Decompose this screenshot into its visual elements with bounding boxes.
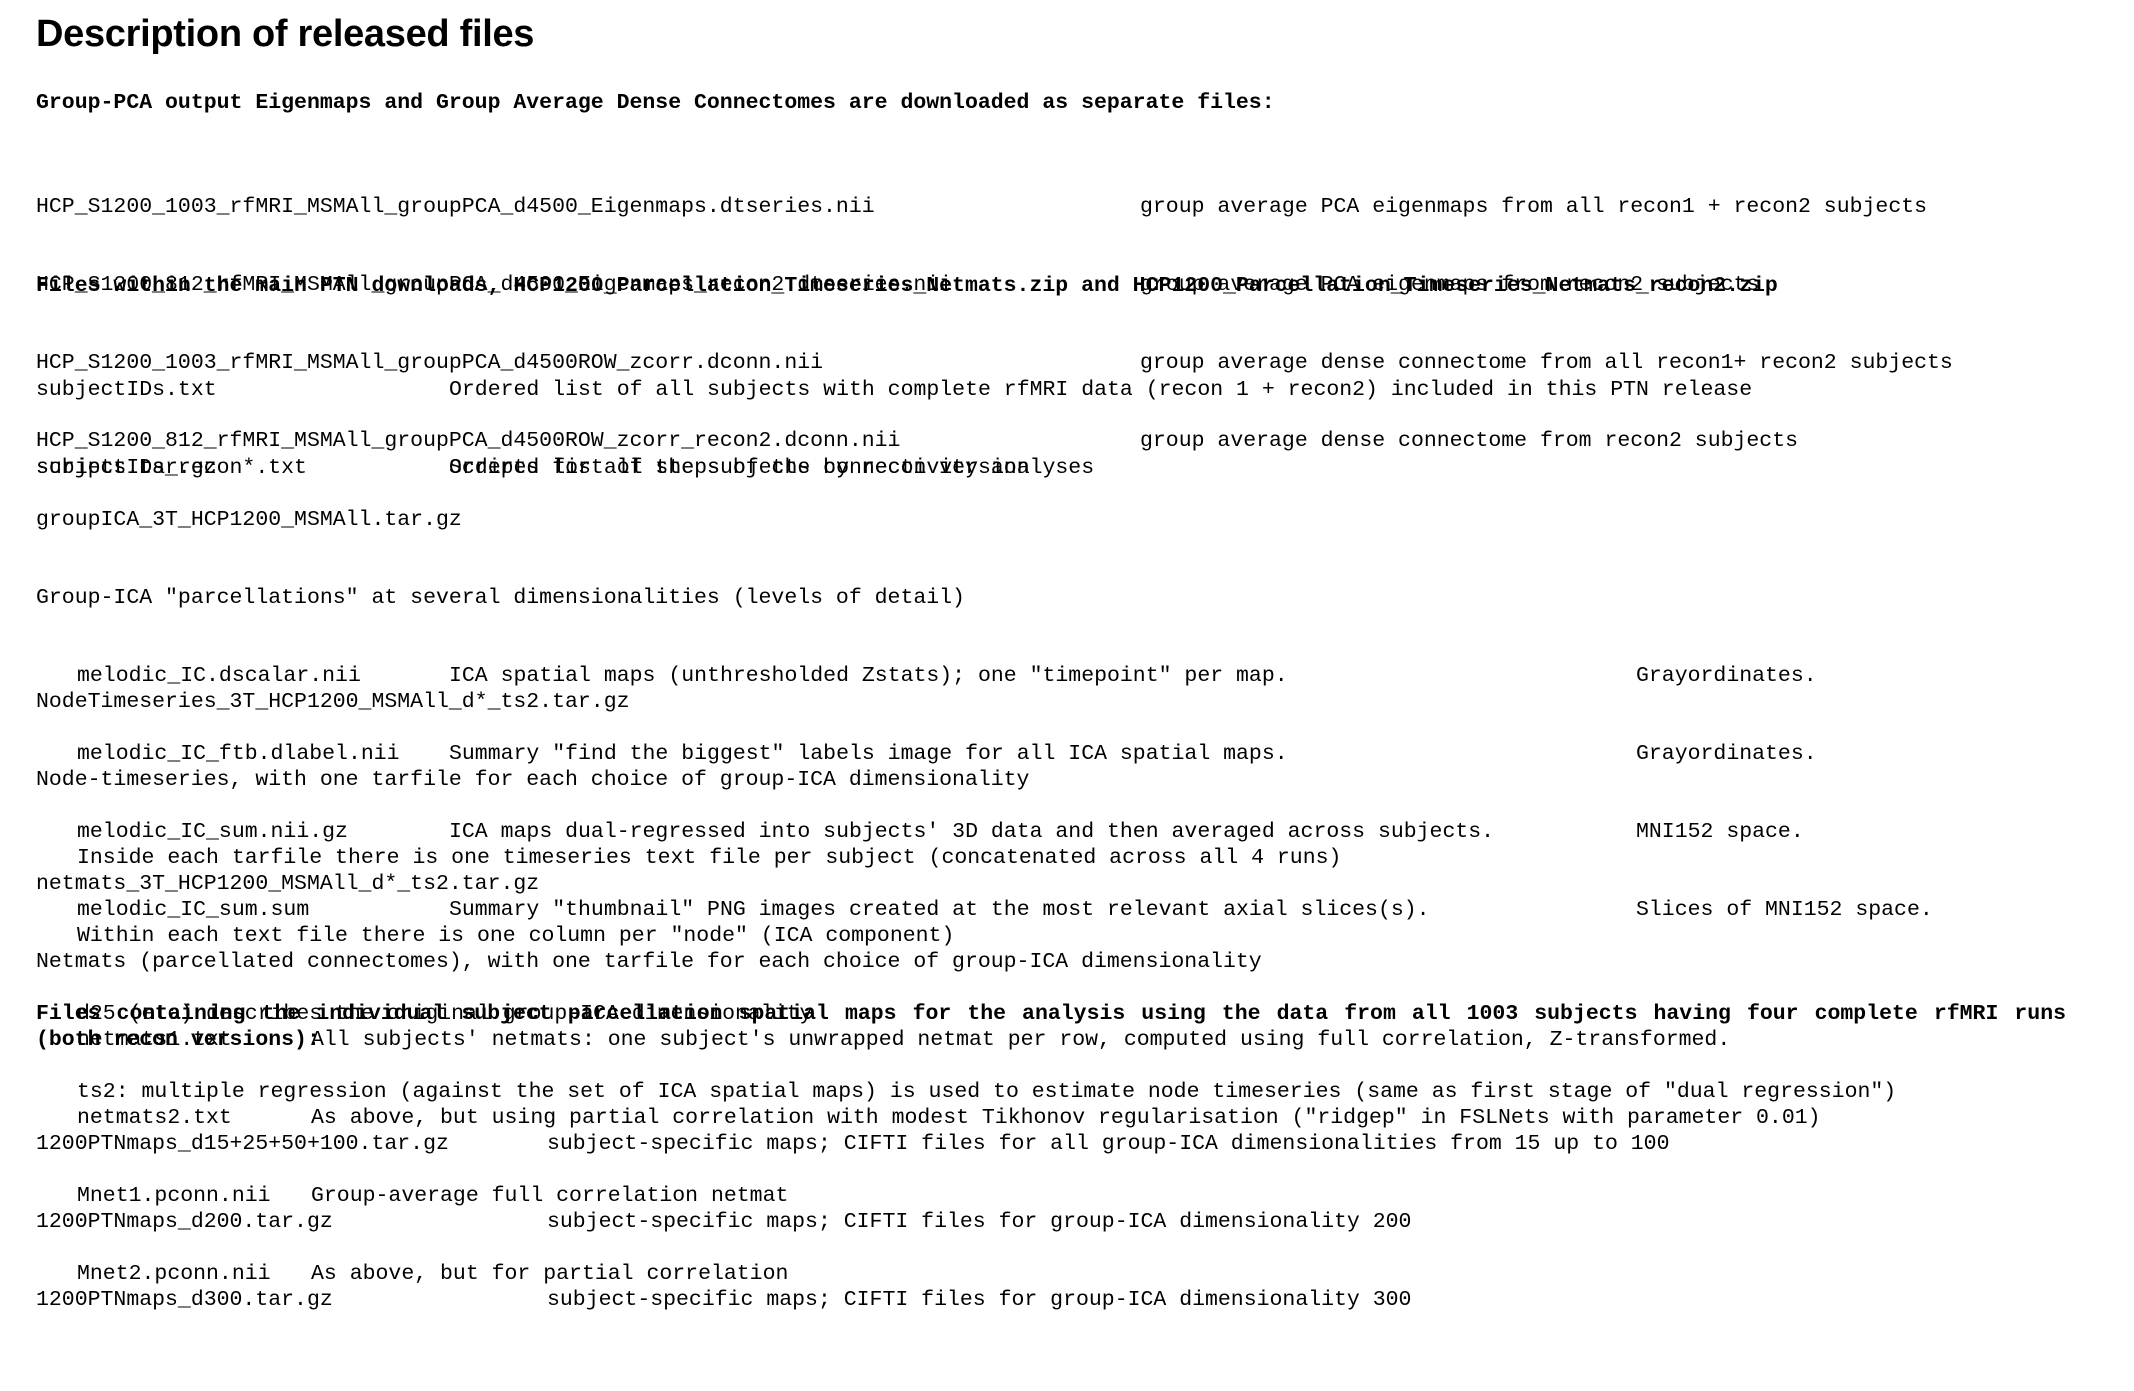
table-row: HCP_S1200_1003_rfMRI_MSMAll_groupPCA_d45… bbox=[36, 194, 2096, 220]
archive-intro: Group-ICA "parcellations" at several dim… bbox=[36, 585, 2096, 611]
file-name: 1200PTNmaps_d300.tar.gz bbox=[36, 1288, 333, 1312]
table-row: 1200PTNmaps_d200.tar.gz subject-specific… bbox=[36, 1209, 2096, 1235]
file-description: subject-specific maps; CIFTI files for a… bbox=[547, 1132, 1670, 1156]
file-name: 1200PTNmaps_d15+25+50+100.tar.gz bbox=[36, 1132, 449, 1156]
groupica-intro: Group-ICA "parcellations" at several dim… bbox=[36, 586, 965, 610]
archive-intro: Netmats (parcellated connectomes), with … bbox=[36, 949, 2096, 975]
netmats-intro: Netmats (parcellated connectomes), with … bbox=[36, 950, 1262, 974]
archive-name: NodeTimeseries_3T_HCP1200_MSMAll_d*_ts2.… bbox=[36, 689, 2096, 715]
eigen-heading: Group-PCA output Eigenmaps and Group Ave… bbox=[36, 91, 1275, 115]
groupica-file: groupICA_3T_HCP1200_MSMAll.tar.gz bbox=[36, 508, 462, 532]
maps-table: 1200PTNmaps_d15+25+50+100.tar.gz subject… bbox=[36, 1079, 2096, 1365]
file-description: group average PCA eigenmaps from all rec… bbox=[1140, 195, 1928, 219]
page-title: Description of released files bbox=[36, 13, 535, 55]
file-name: subjectIDs.txt bbox=[36, 378, 217, 402]
file-name: HCP_S1200_1003_rfMRI_MSMAll_groupPCA_d45… bbox=[36, 195, 875, 219]
archive-name: netmats_3T_HCP1200_MSMAll_d*_ts2.tar.gz bbox=[36, 871, 2096, 897]
nodets-intro: Node-timeseries, with one tarfile for ea… bbox=[36, 768, 1030, 792]
table-row: 1200PTNmaps_d300.tar.gz subject-specific… bbox=[36, 1287, 2096, 1313]
document-page: Description of released files Group-PCA … bbox=[36, 0, 2116, 1312]
archive-intro: Node-timeseries, with one tarfile for ea… bbox=[36, 767, 2096, 793]
file-description: Ordered list of all subjects with comple… bbox=[449, 378, 1753, 402]
nodets-file: NodeTimeseries_3T_HCP1200_MSMAll_d*_ts2.… bbox=[36, 690, 630, 714]
archive-name: groupICA_3T_HCP1200_MSMAll.tar.gz bbox=[36, 507, 2096, 533]
file-name: 1200PTNmaps_d200.tar.gz bbox=[36, 1210, 333, 1234]
maps-heading: Files containing the individual subject … bbox=[36, 1002, 2066, 1052]
netmats-file: netmats_3T_HCP1200_MSMAll_d*_ts2.tar.gz bbox=[36, 872, 540, 896]
table-row: subjectIDs.txt Ordered list of all subje… bbox=[36, 377, 2096, 403]
file-description: subject-specific maps; CIFTI files for g… bbox=[547, 1210, 1412, 1234]
table-row: 1200PTNmaps_d15+25+50+100.tar.gz subject… bbox=[36, 1131, 2096, 1157]
ptn-heading: Files within the main PTN downloads, HCP… bbox=[36, 274, 1778, 298]
file-description: subject-specific maps; CIFTI files for g… bbox=[547, 1288, 1412, 1312]
